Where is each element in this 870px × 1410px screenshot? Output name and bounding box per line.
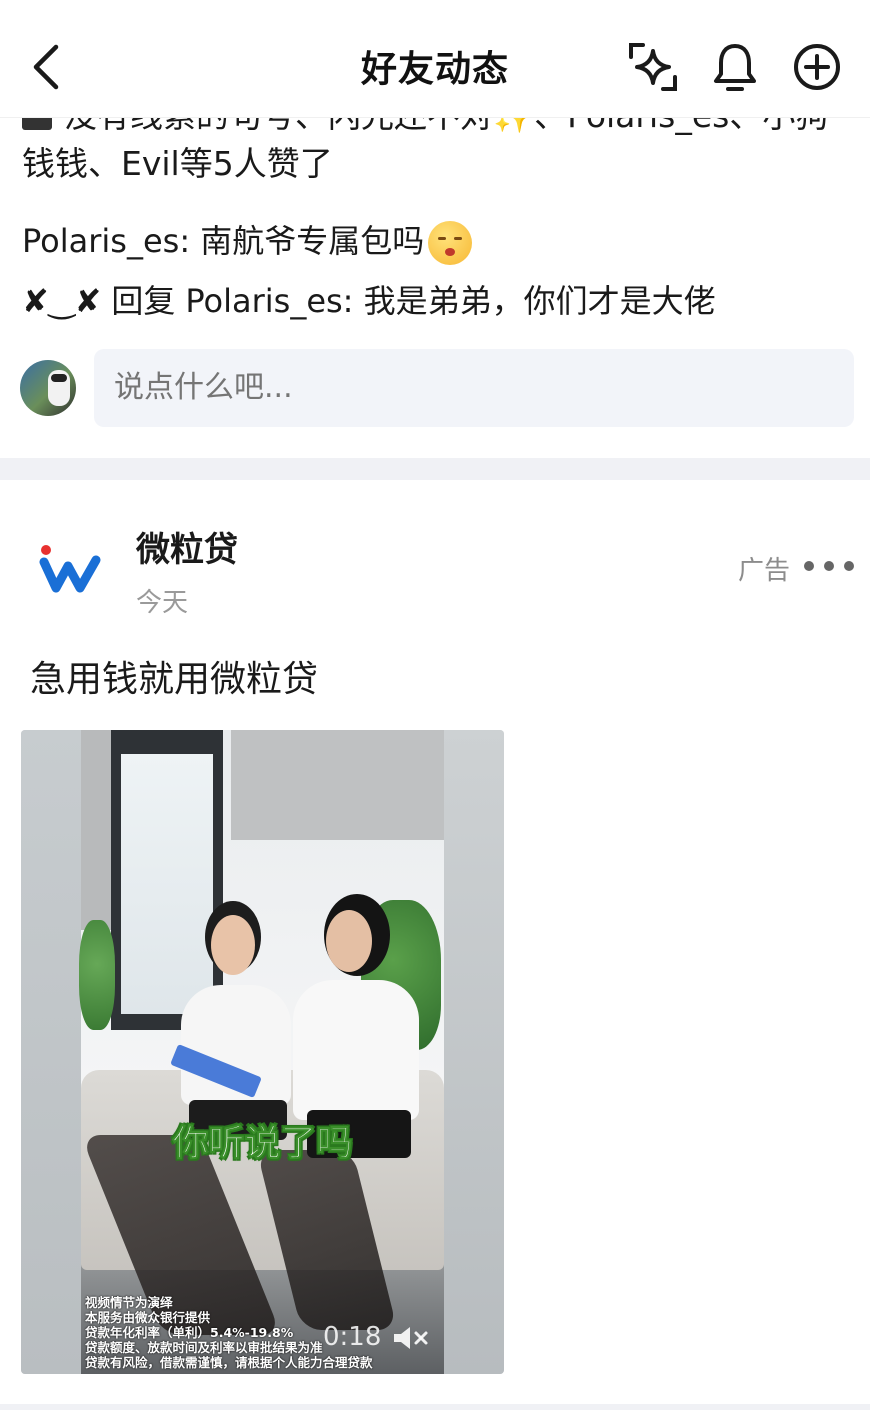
- mute-button[interactable]: [391, 1324, 431, 1352]
- avatar[interactable]: [20, 360, 76, 416]
- video-blur-right: [444, 730, 504, 1374]
- avatar-panda-image: [48, 370, 70, 406]
- more-dot-icon: [804, 561, 814, 571]
- surprised-face-emoji-icon: [428, 221, 473, 265]
- comment-item[interactable]: Polaris_es: 南航爷专属包吗: [22, 218, 473, 265]
- notifications-button[interactable]: [708, 40, 762, 94]
- ad-post: 微粒贷 今天 广告 急用钱就用微粒贷 你听说了吗 视频情节为演绎 本服务由微众银…: [0, 480, 870, 1410]
- top-navigation-bar: 好友动态: [0, 0, 870, 118]
- friends-feed-page: 没有线索的句号、闪光还不对✨、Polaris_es、小狗钱钱、Evil等5人赞了…: [0, 0, 870, 1410]
- comment-input[interactable]: [94, 349, 854, 427]
- more-options-button[interactable]: [804, 554, 854, 578]
- reply-word: 回复: [111, 282, 176, 320]
- video-blur-left: [21, 730, 81, 1374]
- reply-to-user[interactable]: Polaris_es:: [185, 282, 353, 320]
- plant: [79, 920, 115, 1030]
- disclaimer-line: 本服务由微众银行提供: [85, 1310, 211, 1325]
- more-dot-icon: [824, 561, 834, 571]
- weilidai-logo-icon: [39, 545, 101, 593]
- comment-author[interactable]: Polaris_es:: [22, 222, 190, 260]
- person-right-body: [293, 980, 419, 1120]
- person-right-head: [326, 910, 372, 972]
- add-post-button[interactable]: [790, 40, 844, 94]
- person-left-head: [211, 915, 255, 975]
- comment-item[interactable]: ✘‿✘ 回复 Polaris_es: 我是弟弟，你们才是大佬: [22, 278, 716, 324]
- comment-author[interactable]: ✘‿✘: [22, 282, 101, 320]
- post-time: 今天: [136, 588, 189, 618]
- sparkle-icon: [629, 43, 677, 91]
- advertiser-name[interactable]: 微粒贷: [136, 522, 238, 571]
- weilidai-logo[interactable]: [38, 540, 102, 596]
- window-glass: [121, 754, 213, 1014]
- ad-label[interactable]: 广告: [738, 550, 790, 587]
- post-divider: [0, 458, 870, 480]
- disclaimer-line: 视频情节为演绎: [85, 1295, 173, 1310]
- post-divider: [0, 1404, 870, 1410]
- post-caption: 急用钱就用微粒贷: [30, 659, 319, 700]
- bell-icon: [714, 44, 756, 91]
- plus-circle-icon: [794, 44, 840, 90]
- more-dot-icon: [844, 561, 854, 571]
- comment-text: 南航爷专属包吗: [200, 222, 425, 260]
- video-subtitle: 你听说了吗: [172, 1123, 353, 1165]
- sparkle-button[interactable]: [626, 40, 680, 94]
- window-blind: [231, 730, 444, 840]
- disclaimer-line: 贷款有风险，借款需谨慎，请根据个人能力合理贷款: [85, 1355, 373, 1370]
- video-duration: 0:18: [323, 1322, 382, 1352]
- speaker-muted-icon: [394, 1327, 428, 1349]
- video-thumbnail[interactable]: 你听说了吗 视频情节为演绎 本服务由微众银行提供 贷款年化利率（单利）5.4%-…: [21, 730, 504, 1374]
- comment-text: 我是弟弟，你们才是大佬: [363, 282, 716, 320]
